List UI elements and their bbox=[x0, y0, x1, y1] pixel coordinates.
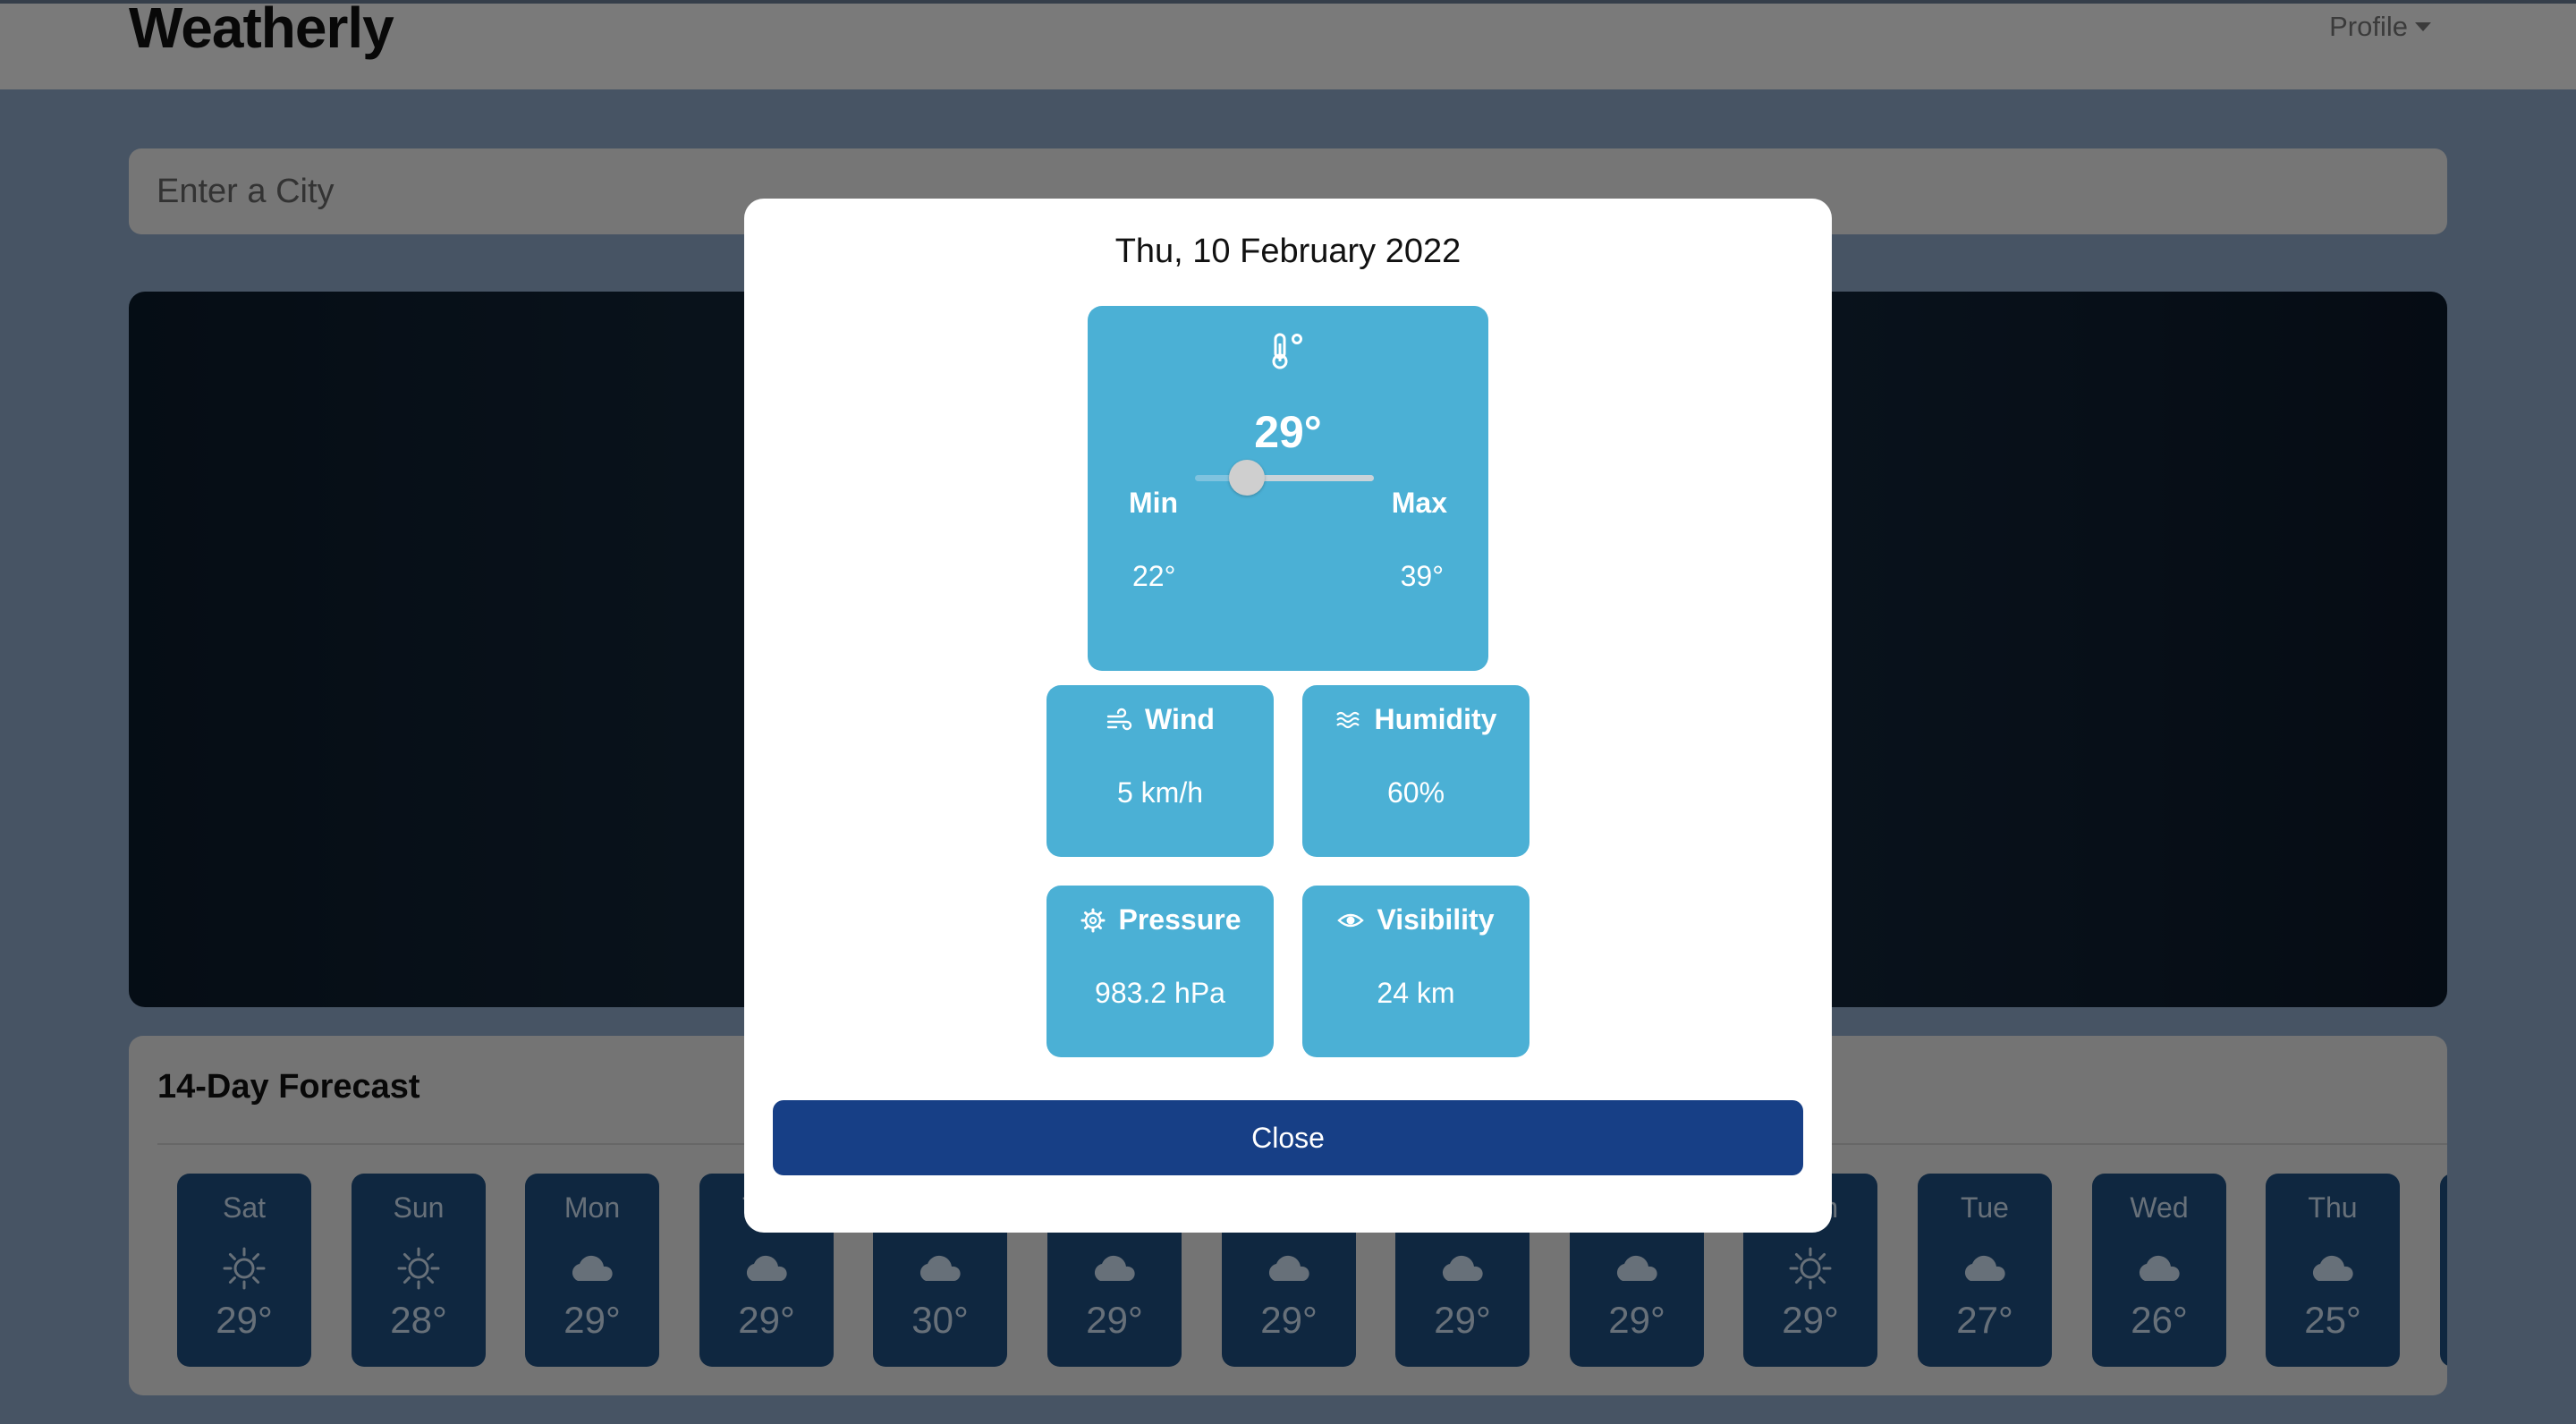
humidity-value: 60% bbox=[1386, 776, 1445, 809]
slider-fill bbox=[1247, 475, 1374, 481]
wind-value: 5 km/h bbox=[1116, 776, 1204, 809]
eye-icon bbox=[1337, 913, 1365, 927]
min-temperature: 22° bbox=[1132, 560, 1176, 592]
visibility-tile: Visibility 24 km bbox=[1302, 886, 1530, 1057]
max-label: Max bbox=[1391, 487, 1447, 519]
close-button[interactable]: Close bbox=[773, 1100, 1803, 1175]
pressure-value: 983.2 hPa bbox=[1095, 977, 1225, 1009]
pressure-tile: Pressure 983.2 hPa bbox=[1046, 886, 1274, 1057]
modal-date: Thu, 10 February 2022 bbox=[1114, 233, 1462, 270]
current-temperature: 29° bbox=[1254, 407, 1322, 457]
waves-icon bbox=[1335, 711, 1360, 728]
humidity-label: Humidity bbox=[1374, 703, 1497, 735]
max-temperature: 39° bbox=[1400, 560, 1444, 592]
day-detail-modal: Thu, 10 February 2022 29° Min Max 22° 39… bbox=[744, 199, 1832, 1233]
pressure-label: Pressure bbox=[1118, 903, 1241, 936]
visibility-label: Visibility bbox=[1377, 903, 1495, 936]
gear-icon bbox=[1080, 908, 1105, 932]
slider-thumb[interactable] bbox=[1229, 460, 1265, 496]
min-label: Min bbox=[1129, 487, 1179, 519]
wind-icon bbox=[1106, 708, 1132, 730]
humidity-tile: Humidity 60% bbox=[1302, 685, 1530, 857]
visibility-value: 24 km bbox=[1377, 977, 1455, 1009]
temperature-tile: 29° Min Max 22° 39° bbox=[1088, 306, 1488, 671]
temperature-range-slider[interactable] bbox=[1195, 460, 1374, 496]
wind-tile: Wind 5 km/h bbox=[1046, 685, 1274, 857]
thermometer-icon bbox=[1272, 333, 1302, 369]
wind-label: Wind bbox=[1145, 703, 1215, 735]
